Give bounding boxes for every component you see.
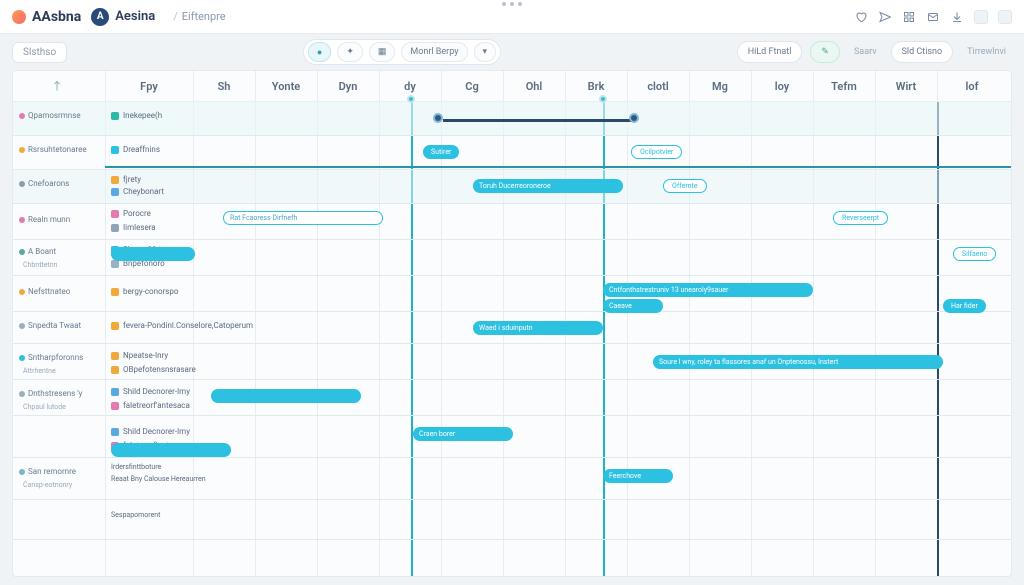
col-h: Mg (689, 71, 751, 101)
view-chip-list[interactable]: ● (308, 42, 331, 62)
timeline-panel: Fpy Sh Yonte Dyn dy Cg Ohl Brk clotl Mg … (12, 70, 1012, 577)
section-label[interactable]: A Boant (19, 247, 103, 256)
col-h: Yonte (255, 71, 317, 101)
task-label[interactable]: fevera-Pondinl.Conselore,Catoperum (111, 321, 253, 330)
view-chip-more[interactable]: ▾ (474, 42, 497, 62)
task-bar[interactable] (111, 247, 195, 261)
sort-button[interactable]: ✎ (810, 41, 840, 63)
task-tag[interactable]: Ocilpotvier (631, 145, 682, 159)
breadcrumb[interactable]: Eiftenpre (173, 10, 225, 23)
header-marker-icon (407, 95, 415, 103)
toolbar-right: HiLd Ftnatl ✎ Saarv Sld Ctisno Tirrewlnv… (737, 41, 1012, 63)
task-label[interactable]: Sespapomorent (111, 511, 160, 519)
logo-icon (12, 10, 26, 24)
task-bar[interactable]: Har fider (943, 299, 986, 313)
task-tag[interactable]: Offernte (663, 179, 707, 193)
expand-all-icon[interactable] (13, 71, 105, 101)
task-bar[interactable]: Caeave (603, 299, 663, 313)
download-icon[interactable] (950, 10, 964, 24)
section-label[interactable]: Cnefoarons (19, 179, 103, 188)
task-bar[interactable]: Feerchove (603, 469, 673, 483)
col-h: Dyn (317, 71, 379, 101)
task-bar[interactable]: Craen borer (413, 427, 513, 441)
task-bar[interactable]: Waed i sduinputn (473, 321, 603, 335)
task-label[interactable]: Irdersfinttboture (111, 463, 161, 471)
section-sublabel: Cansp-eotnonry (23, 481, 107, 489)
view-chip-cal[interactable]: ▦ (369, 42, 396, 62)
section-sublabel: Attrhentne (23, 367, 107, 375)
task-bar[interactable]: Toruh Ducerreoroneroe (473, 179, 623, 193)
task-label[interactable]: fjrety (111, 175, 141, 184)
app-header: AAsbna A Aesina Eiftenpre (0, 0, 1024, 34)
task-label[interactable]: Npeatse-Inry (111, 351, 168, 360)
more-button[interactable] (974, 10, 988, 24)
task-label[interactable]: Inekepee(h (111, 111, 162, 120)
task-label[interactable]: Shild Decnorer-Imy (111, 427, 190, 436)
section-sublabel: Chbnttetnn (23, 261, 107, 269)
workspace-name: Aesina (115, 9, 155, 24)
col-h: Cg (441, 71, 503, 101)
task-label[interactable]: Shild Decnorer-Imy (111, 387, 190, 396)
section-sublabel: Chpaul lutode (23, 403, 107, 411)
header-actions (854, 10, 1012, 24)
header-marker-icon (599, 95, 607, 103)
share-button[interactable]: Sld Ctisno (891, 41, 954, 63)
section-label[interactable]: San remornre (19, 467, 103, 476)
section-label[interactable]: Nefsttnateo (19, 287, 103, 296)
col-h: lof (937, 71, 1007, 101)
task-label[interactable]: Porocre (111, 209, 151, 218)
view-label[interactable]: Tirrewlnvi (961, 47, 1012, 57)
send-icon[interactable] (878, 10, 892, 24)
logo-text: AAsbna (32, 9, 81, 25)
section-label[interactable]: Rsrsuhtetonaree (19, 145, 103, 154)
filter-button[interactable]: HiLd Ftnatl (737, 41, 803, 63)
col-h: Brk (565, 71, 627, 101)
col-h: Sh (193, 71, 255, 101)
logo[interactable]: AAsbna (12, 9, 81, 25)
sub-header: Slsthso ● ✦ ▦ Monrl Berpy ▾ HiLd Ftnatl … (0, 34, 1024, 70)
grid-icon[interactable] (902, 10, 916, 24)
settings-button[interactable] (998, 10, 1012, 24)
section-label[interactable]: Qpamosrmnse (19, 111, 103, 120)
heart-icon[interactable] (854, 10, 868, 24)
task-label[interactable]: Reaat Bny Calouse Hereaurren (111, 475, 206, 483)
task-label[interactable]: Cheybonart (111, 187, 164, 196)
project-tab[interactable]: Slsthso (12, 42, 67, 63)
section-label[interactable]: Realn munn (19, 215, 103, 224)
task-label[interactable]: Dreaffnins (111, 145, 160, 154)
task-bar[interactable] (443, 119, 633, 122)
task-label[interactable]: Iimlesera (111, 223, 156, 232)
task-bar[interactable] (211, 389, 361, 403)
task-label[interactable]: bergy-conorspo (111, 287, 178, 296)
section-label[interactable]: Snpedta Twaat (19, 321, 103, 330)
drag-handle-icon (502, 0, 522, 6)
task-bar[interactable]: Soure l wny, roley ta flassores anaf un … (653, 355, 943, 369)
section-label[interactable]: Sntharpforonns (19, 353, 103, 362)
task-label[interactable]: OBpefotensnsrasare (111, 365, 196, 374)
task-bar[interactable]: Cntfonthstrestruniv 13 unearoly9sauer (603, 283, 813, 297)
task-tag[interactable]: Silfaeno (953, 247, 996, 261)
col-h: Tefm (813, 71, 875, 101)
col-h: Wirt (875, 71, 937, 101)
task-bar[interactable]: Rat Fcaoress Dirfnefh (223, 211, 383, 225)
task-bar[interactable]: Sutirer (423, 145, 459, 159)
task-label[interactable]: faletreorf'antesaca (111, 401, 190, 410)
workspace-badge[interactable]: A Aesina (91, 8, 155, 26)
task-tag[interactable]: Reverseerpt (833, 211, 888, 225)
view-chip-board[interactable]: ✦ (337, 42, 363, 62)
view-chip-label[interactable]: Monrl Berpy (401, 42, 467, 62)
milestone-icon[interactable] (433, 113, 443, 123)
section-label[interactable]: Dnthstresens 'y (19, 389, 103, 398)
col-fpy: Fpy (105, 71, 193, 101)
task-bar[interactable] (111, 443, 231, 457)
sort-label[interactable]: Saarv (848, 47, 883, 57)
col-h: loy (751, 71, 813, 101)
view-toolbar: ● ✦ ▦ Monrl Berpy ▾ (303, 39, 501, 65)
milestone-icon[interactable] (629, 113, 639, 123)
col-h: clotl (627, 71, 689, 101)
col-h: Ohl (503, 71, 565, 101)
mail-icon[interactable] (926, 10, 940, 24)
timeline-grid[interactable]: Fpy Sh Yonte Dyn dy Cg Ohl Brk clotl Mg … (13, 71, 1011, 576)
avatar-icon: A (91, 8, 109, 26)
